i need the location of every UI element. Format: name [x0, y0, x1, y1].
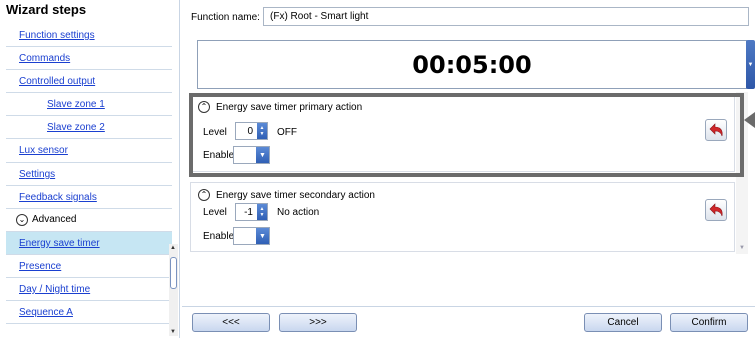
secondary-level-text: No action — [277, 207, 320, 218]
primary-level-text: OFF — [277, 127, 297, 138]
sidebar-item-energy-save-timer[interactable]: Energy save timer — [6, 231, 172, 255]
sidebar-item-function-settings[interactable]: Function settings — [6, 24, 172, 48]
chevron-down-icon: ▼ — [747, 61, 754, 68]
secondary-enable-label: Enable — [203, 231, 235, 242]
undo-arrow-icon — [709, 203, 723, 217]
sidebar-item-lux-sensor[interactable]: Lux sensor — [6, 139, 172, 163]
secondary-level-label: Level — [203, 207, 227, 218]
primary-level-label: Level — [203, 127, 227, 138]
sidebar-item-sequence-a[interactable]: Sequence A — [6, 301, 172, 325]
main-panel: Function name: (Fx) Root - Smart light 0… — [182, 0, 755, 338]
scroll-down-icon[interactable]: ▼ — [170, 329, 176, 335]
previous-button[interactable]: <<< — [192, 313, 270, 332]
spinner-arrows-icon[interactable]: ▲ ▼ — [257, 204, 267, 220]
primary-enable-label: Enable — [203, 150, 235, 161]
secondary-action-section: ⌃ Energy save timer secondary action Lev… — [190, 182, 735, 252]
spinner-arrows-icon[interactable]: ▲ ▼ — [257, 123, 267, 139]
scroll-up-icon[interactable]: ▲ — [739, 95, 745, 101]
primary-enable-select[interactable]: ▼ — [233, 146, 270, 164]
primary-action-section: ⌃ Energy save timer primary action Level… — [190, 94, 735, 172]
secondary-action-header[interactable]: ⌃ Energy save timer secondary action — [198, 189, 375, 201]
wizard-sidebar: Wizard steps Function settings Commands … — [0, 0, 180, 338]
secondary-undo-button[interactable] — [705, 199, 727, 221]
chevron-up-icon: ⌃ — [198, 189, 210, 201]
secondary-action-title: Energy save timer secondary action — [216, 189, 375, 201]
scrollbar-thumb[interactable] — [170, 257, 177, 289]
function-name-label: Function name: — [191, 12, 260, 23]
sidebar-group-advanced[interactable]: ⌄ Advanced — [6, 209, 172, 232]
secondary-level-stepper[interactable]: -1 ▲ ▼ — [235, 203, 268, 221]
scroll-down-icon[interactable]: ▼ — [739, 245, 745, 251]
chevron-down-icon[interactable]: ▼ — [256, 228, 269, 244]
sidebar-item-day-night-time[interactable]: Day / Night time — [6, 278, 172, 302]
sidebar-title: Wizard steps — [6, 2, 87, 17]
sidebar-item-controlled-output[interactable]: Controlled output — [6, 70, 172, 94]
chevron-down-icon[interactable]: ▼ — [256, 147, 269, 163]
primary-level-value: 0 — [247, 125, 253, 137]
chevron-up-icon: ⌃ — [198, 101, 210, 113]
wizard-step-list: Function settings Commands Controlled ou… — [6, 24, 172, 325]
chevron-down-icon: ⌄ — [16, 213, 28, 226]
footer-divider — [182, 306, 755, 307]
primary-action-header[interactable]: ⌃ Energy save timer primary action — [198, 101, 362, 113]
cancel-button[interactable]: Cancel — [584, 313, 662, 332]
confirm-button[interactable]: Confirm — [670, 313, 748, 332]
sidebar-item-slave-zone-2[interactable]: Slave zone 2 — [6, 116, 172, 140]
primary-undo-button[interactable] — [705, 119, 727, 141]
sidebar-item-settings[interactable]: Settings — [6, 163, 172, 186]
function-name-input[interactable]: (Fx) Root - Smart light — [263, 7, 749, 26]
callout-pointer-icon — [744, 112, 755, 128]
undo-arrow-icon — [709, 123, 723, 137]
timer-display[interactable]: 00:05:00 — [197, 40, 747, 89]
sidebar-item-presence[interactable]: Presence — [6, 255, 172, 279]
sidebar-item-slave-zone-1[interactable]: Slave zone 1 — [6, 93, 172, 117]
secondary-enable-select[interactable]: ▼ — [233, 227, 270, 245]
timer-dropdown-button[interactable]: ▼ — [746, 40, 755, 89]
primary-level-stepper[interactable]: 0 ▲ ▼ — [235, 122, 268, 140]
secondary-level-value: -1 — [244, 206, 253, 218]
sidebar-item-commands[interactable]: Commands — [6, 47, 172, 71]
next-button[interactable]: >>> — [279, 313, 357, 332]
primary-action-title: Energy save timer primary action — [216, 101, 363, 113]
sidebar-scrollbar[interactable]: ▲ ▼ — [169, 244, 178, 336]
sidebar-group-label: Advanced — [32, 214, 77, 226]
scroll-up-icon[interactable]: ▲ — [170, 245, 176, 251]
sidebar-item-feedback-signals[interactable]: Feedback signals — [6, 186, 172, 209]
